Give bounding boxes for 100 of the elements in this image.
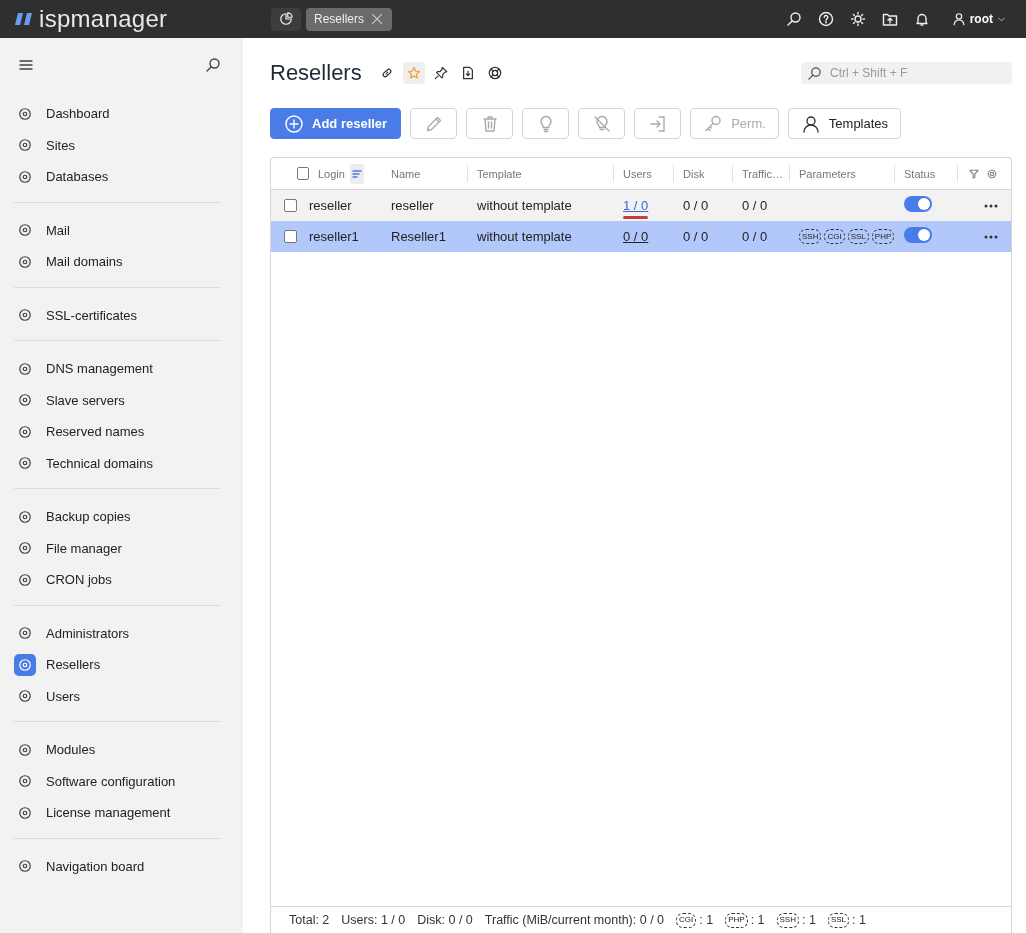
sidebar-item[interactable]: CRON jobs	[14, 564, 221, 596]
pie-chart-icon	[279, 12, 293, 26]
table-cell: without template	[477, 198, 572, 213]
sidebar-item[interactable]: Software configuration	[14, 765, 221, 797]
sidebar-item[interactable]: Sites	[14, 129, 221, 161]
table-cell: without template	[477, 229, 572, 244]
column-header[interactable]: Disk	[683, 167, 705, 180]
sidebar-item[interactable]: Mail	[14, 214, 221, 246]
summary-text: Traffic (MiB/current month): 0 / 0	[484, 913, 665, 927]
table-cell: reseller	[309, 198, 352, 213]
column-header[interactable]: Users	[623, 167, 652, 180]
star-icon[interactable]	[406, 66, 421, 80]
pin-icon[interactable]	[433, 66, 448, 80]
bell-icon[interactable]	[913, 11, 930, 27]
select-all-checkbox[interactable]	[297, 167, 309, 180]
folder-upload-icon[interactable]	[881, 11, 898, 27]
sidebar-item[interactable]: License management	[14, 797, 221, 829]
sidebar-item[interactable]: File manager	[14, 532, 221, 564]
circle-icon	[18, 424, 32, 439]
home-tab[interactable]	[271, 7, 301, 31]
summary-text: Total: 2	[289, 913, 330, 927]
table-cell: 0 / 0	[683, 229, 709, 244]
search-field[interactable]: Ctrl + Shift + F	[801, 62, 1012, 84]
circle-icon	[18, 223, 32, 238]
sidebar-item[interactable]: Slave servers	[14, 384, 221, 416]
circle-icon	[18, 774, 32, 789]
document-download-icon[interactable]	[460, 66, 475, 80]
circle-icon	[18, 541, 32, 556]
summary-text: Users: 1 / 0	[341, 913, 406, 927]
parameter-badge: CGI	[676, 912, 697, 928]
count-text: : 1	[699, 913, 714, 927]
circle-icon	[18, 742, 32, 757]
column-header[interactable]: Login	[318, 167, 345, 180]
summary-text: Disk: 0 / 0	[417, 913, 473, 927]
close-icon[interactable]	[370, 12, 384, 26]
count-text: : 1	[802, 913, 816, 927]
table-cell: Reseller1	[391, 229, 446, 244]
search-icon[interactable]	[205, 57, 221, 73]
sidebar-item[interactable]: Reserved names	[14, 416, 221, 448]
circle-icon	[18, 456, 32, 471]
sidebar-item[interactable]: Navigation board	[14, 850, 221, 882]
circle-icon	[18, 106, 32, 121]
sidebar-item[interactable]: Databases	[14, 161, 221, 193]
circle-icon	[18, 308, 32, 323]
table-cell: 0 / 0	[742, 198, 768, 213]
sort-lines-icon	[351, 168, 362, 179]
row-checkbox[interactable]	[284, 230, 297, 243]
sidebar-item[interactable]: Resellers	[14, 649, 221, 681]
circle-icon	[18, 689, 32, 704]
circle-icon	[18, 169, 32, 184]
settings-icon[interactable]	[987, 168, 997, 179]
templates-button[interactable]: Templates	[787, 108, 902, 139]
link-icon[interactable]	[379, 66, 394, 80]
sidebar-item[interactable]: Backup copies	[14, 501, 221, 533]
circle-icon	[18, 254, 32, 269]
menu-icon[interactable]	[18, 57, 34, 73]
sidebar-item[interactable]: Users	[14, 680, 221, 712]
sidebar-item[interactable]: DNS management	[14, 353, 221, 385]
count-text: : 1	[750, 913, 765, 927]
sidebar-item[interactable]: Technical domains	[14, 447, 221, 479]
sidebar-item[interactable]: SSL-certificates	[14, 299, 221, 331]
count-text: : 1	[852, 913, 866, 927]
user-icon	[951, 12, 966, 26]
more-icon[interactable]	[983, 202, 999, 209]
search-icon[interactable]	[785, 11, 802, 27]
column-header[interactable]: Template	[477, 167, 522, 180]
column-header[interactable]: Status	[904, 167, 936, 180]
circle-icon	[18, 626, 32, 641]
circle-icon	[18, 361, 32, 376]
status-toggle[interactable]	[904, 196, 932, 212]
circle-icon	[18, 657, 32, 672]
page-tab[interactable]: Resellers	[306, 7, 392, 31]
lifebuoy-icon[interactable]	[487, 66, 502, 80]
search-icon	[807, 66, 822, 81]
user-menu[interactable]: root	[945, 11, 1012, 27]
table-row[interactable]: reseller reseller without template 1 / 0 0 / 0 0 / 0	[271, 190, 1011, 221]
sidebar-item[interactable]: Mail domains	[14, 246, 221, 278]
sidebar-item[interactable]: Dashboard	[14, 98, 221, 130]
table-cell: reseller1	[309, 229, 359, 244]
plus-circle-icon	[284, 113, 304, 134]
add-button[interactable]: Add reseller	[270, 108, 402, 139]
more-icon[interactable]	[983, 233, 999, 240]
sidebar-item[interactable]: Administrators	[14, 617, 221, 649]
table-cell: 0 / 0	[683, 198, 709, 213]
table-row[interactable]: reseller1 Reseller1 without template 0 / 0 0 / 0 0 / 0 SSH CGI SSL PHP	[271, 221, 1011, 252]
filter-icon[interactable]	[969, 168, 979, 179]
users-link[interactable]: 1 / 0	[623, 198, 649, 213]
column-header[interactable]: Traffic…	[742, 167, 783, 180]
enter-arrow-icon	[647, 113, 668, 134]
sidebar-item[interactable]: Modules	[14, 734, 221, 766]
column-header[interactable]: Name	[391, 167, 421, 180]
help-icon[interactable]	[817, 11, 834, 27]
sun-icon[interactable]	[849, 11, 866, 27]
status-toggle[interactable]	[904, 227, 932, 243]
circle-icon	[18, 859, 32, 874]
row-checkbox[interactable]	[284, 199, 297, 212]
sort-icon[interactable]	[349, 163, 364, 184]
users-link[interactable]: 0 / 0	[623, 229, 649, 244]
circle-icon	[18, 572, 32, 587]
column-header[interactable]: Parameters	[799, 167, 856, 180]
